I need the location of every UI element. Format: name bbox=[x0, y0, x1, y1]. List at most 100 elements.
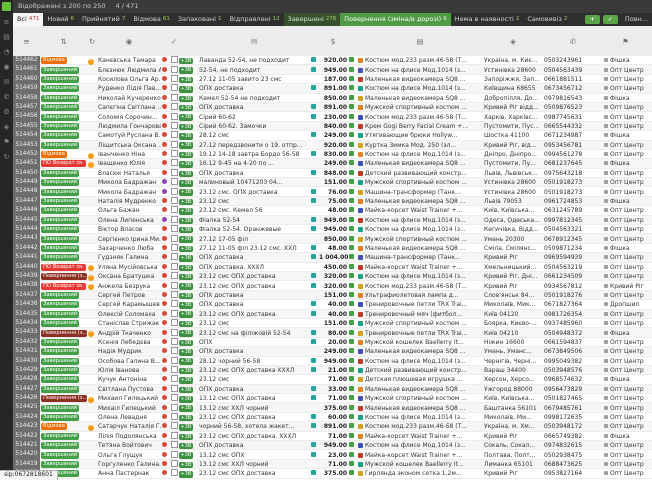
order-id[interactable]: 514454 bbox=[13, 131, 40, 140]
order-note[interactable]: 27.12 17-05 філ bbox=[198, 236, 310, 243]
select-all-checkbox[interactable]: ✓ bbox=[170, 37, 178, 46]
order-id[interactable]: 514448 bbox=[13, 187, 40, 196]
order-row[interactable]: 514432ЗавершенийКсенія Лебедєва+3ВОПХ20.… bbox=[13, 338, 652, 347]
status-badge[interactable]: Завершений bbox=[41, 367, 79, 374]
order-row[interactable]: 514440ПО Возврат ск.!Уляна Мусійовська+3… bbox=[13, 263, 652, 272]
order-id[interactable]: 514441 bbox=[13, 253, 40, 262]
order-id[interactable]: 514457 bbox=[13, 103, 40, 112]
order-id[interactable]: 514456 bbox=[13, 112, 40, 121]
order-row[interactable]: 514456ЗавершенийСоломія Сорочин...+3ВСір… bbox=[13, 112, 652, 121]
order-row[interactable]: 514458ЗавершенийНиколай Кучеренко+3ВКеме… bbox=[13, 94, 652, 103]
order-id[interactable]: 514431 bbox=[13, 347, 40, 356]
status-badge[interactable]: Завершений bbox=[41, 461, 79, 468]
product-name[interactable]: Костюм на флисе Мод.1014 (з... bbox=[357, 85, 483, 92]
customer-phone[interactable]: 0503948576 bbox=[543, 367, 603, 374]
row-checkbox[interactable] bbox=[171, 338, 178, 345]
order-row[interactable]: 514462Відмова!Канєвська Тамара+3ВЛаванда… bbox=[13, 56, 652, 65]
customer-name[interactable]: Руденко Лідія Пав... bbox=[97, 85, 161, 92]
order-row[interactable]: 514449ЗавершенийМикола Бадражан+3Вмалино… bbox=[13, 178, 652, 187]
row-checkbox[interactable] bbox=[171, 253, 178, 260]
product-name[interactable]: Костюм на флисе Мод.1014 (з... bbox=[357, 442, 483, 449]
row-checkbox[interactable] bbox=[171, 282, 178, 289]
row-checkbox[interactable] bbox=[171, 375, 178, 382]
order-id[interactable]: 514421 bbox=[13, 441, 40, 450]
order-row[interactable]: 514423Відмова!Сатарчук Наталія Г...+3Вчо… bbox=[13, 422, 652, 431]
order-id[interactable]: 514458 bbox=[13, 94, 40, 103]
row-checkbox[interactable] bbox=[171, 404, 178, 411]
order-id[interactable]: 514422 bbox=[13, 432, 40, 441]
customer-name[interactable]: Блєзнюк Людмила А... bbox=[97, 67, 161, 74]
order-note[interactable]: ОПХ доставка bbox=[198, 292, 310, 299]
status-badge[interactable]: Завершений bbox=[41, 76, 79, 83]
row-checkbox[interactable] bbox=[171, 394, 178, 401]
order-note[interactable]: 52-54, не подходит bbox=[198, 67, 310, 74]
order-note[interactable]: 23.12 смс ОПХ доставка bbox=[198, 273, 310, 280]
order-id[interactable]: 514453 bbox=[13, 141, 40, 150]
customer-name[interactable]: Самотуй Руслана В... bbox=[97, 132, 161, 139]
order-row[interactable]: 514425ЗавершенийМихаіл Гилецький+3В13.12… bbox=[13, 403, 652, 412]
row-checkbox[interactable] bbox=[171, 310, 178, 317]
order-note[interactable]: Фіалка 52-54. Оранжевые bbox=[198, 226, 310, 233]
customer-phone[interactable]: 0673849506 bbox=[543, 348, 603, 355]
product-name[interactable]: Куртка Зимка Мод. 250 (эл... bbox=[357, 142, 483, 149]
status-badge[interactable]: Завершений bbox=[41, 358, 79, 365]
customer-name[interactable]: Анжела Безрука bbox=[97, 283, 161, 290]
customer-name[interactable]: Тетяна Войтович bbox=[97, 442, 161, 449]
customer-name[interactable]: Олена Липенська bbox=[97, 217, 161, 224]
customer-name[interactable]: Людмила Гончарова bbox=[97, 123, 161, 130]
order-row[interactable]: 514426Повернення (з...!Михаил Гилецький+… bbox=[13, 394, 652, 403]
status-badge[interactable]: Завершений bbox=[41, 301, 79, 308]
product-name[interactable]: Костюм на флисе Мод.1014 (з... bbox=[357, 217, 483, 224]
order-row[interactable]: 514437ЗавершенийСергей Петров+3ВОПХ дост… bbox=[13, 291, 652, 300]
order-id[interactable]: 514455 bbox=[13, 122, 40, 131]
order-row[interactable]: 514431ЗавершенийНадія Мудрик+3ВОПХ доста… bbox=[13, 347, 652, 356]
customer-phone[interactable]: 0961724853 bbox=[543, 198, 603, 205]
product-name[interactable]: Костюм мод.233 разм.46-58 (Т... bbox=[357, 283, 483, 290]
customer-phone[interactable]: 0995049382 bbox=[543, 358, 603, 365]
order-note[interactable]: Фіалка 52-54 bbox=[198, 217, 310, 224]
order-note[interactable]: 13.12 смс ОПХ доставка bbox=[198, 395, 310, 402]
customer-name[interactable]: Косилова Ольга Ар... bbox=[97, 76, 161, 83]
product-name[interactable]: Машина-трансформер (Танк... bbox=[357, 189, 483, 196]
customer-phone[interactable]: 0673456712 bbox=[543, 85, 603, 92]
customer-phone[interactable]: 0679485761 bbox=[543, 405, 603, 412]
row-checkbox[interactable] bbox=[171, 122, 178, 129]
order-row[interactable]: 514454ЗавершенийСамотуй Руслана В...+3В2… bbox=[13, 131, 652, 140]
row-checkbox[interactable] bbox=[171, 206, 178, 213]
order-row[interactable]: 514460ЗавершенийКосилова Ольга Ар...+3В2… bbox=[13, 75, 652, 84]
comments-icon[interactable]: ✉ bbox=[198, 37, 310, 46]
customer-name[interactable]: Уляна Мусійовська bbox=[97, 264, 161, 271]
product-name[interactable]: Машина-трансформер (Танк... bbox=[357, 254, 483, 261]
row-checkbox[interactable] bbox=[171, 197, 178, 204]
customers-icon[interactable]: ◉ bbox=[97, 37, 161, 46]
product-name[interactable]: Гирлянда эконом сетка 1,2м... bbox=[357, 470, 483, 477]
order-id[interactable]: 514459 bbox=[13, 84, 40, 93]
tab-новий[interactable]: Новий6 bbox=[43, 13, 78, 26]
customer-name[interactable]: Віктор Власов bbox=[97, 226, 161, 233]
status-badge[interactable]: Завершений bbox=[41, 123, 79, 130]
order-note[interactable]: Сірий 60-62. Замочки bbox=[198, 123, 310, 130]
customer-phone[interactable]: 0504563321 bbox=[543, 226, 603, 233]
order-note[interactable]: 23.12 смс ОПХ доставка bbox=[198, 414, 310, 421]
row-checkbox[interactable] bbox=[171, 131, 178, 138]
customer-phone[interactable]: 0661594837 bbox=[543, 339, 603, 346]
product-name[interactable]: Костюм мод.233 разм.46-58 (Т... bbox=[357, 57, 483, 64]
customer-name[interactable]: Сергієнко Ірина Ми... bbox=[97, 236, 161, 243]
customer-phone[interactable]: 0997812345 bbox=[543, 217, 603, 224]
status-sort-icon[interactable]: ⇅ bbox=[40, 37, 87, 46]
row-checkbox[interactable] bbox=[171, 366, 178, 373]
status-badge[interactable]: Завершений bbox=[41, 339, 79, 346]
row-checkbox[interactable] bbox=[171, 113, 178, 120]
tab-всі[interactable]: Всі471 bbox=[13, 13, 43, 26]
customer-name[interactable]: Микола Бадражан bbox=[97, 179, 161, 186]
customer-phone[interactable]: 0937485960 bbox=[543, 320, 603, 327]
product-name[interactable]: Майка-корсет Waist Trainer +... bbox=[357, 207, 483, 214]
product-name[interactable]: Костюм мод.233 разм.46-58 (Т... bbox=[357, 114, 483, 121]
row-checkbox[interactable] bbox=[171, 216, 178, 223]
row-checkbox[interactable] bbox=[171, 272, 178, 279]
status-badge[interactable]: Завершений bbox=[41, 442, 79, 449]
order-row[interactable]: 514445ЗавершенийОлена Липенська+3ВФіалка… bbox=[13, 216, 652, 225]
order-id[interactable]: 514442 bbox=[13, 244, 40, 253]
customer-name[interactable]: Іванченко Ніна bbox=[97, 151, 161, 158]
tab-нема-в-наявності[interactable]: Нема в наявності2 bbox=[451, 13, 524, 26]
